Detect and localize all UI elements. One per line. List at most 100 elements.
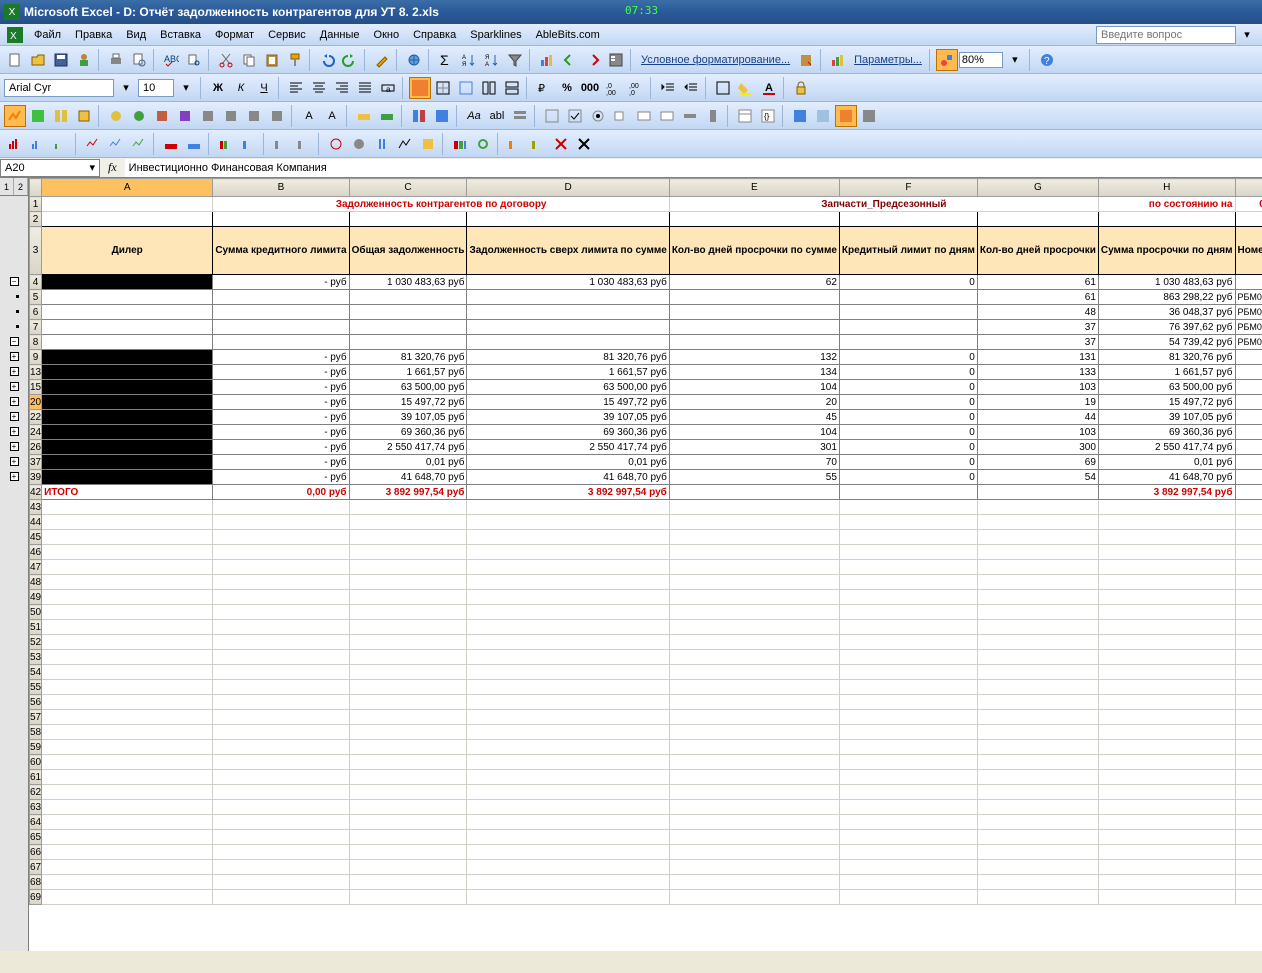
cell[interactable]: 3 892 997,54 руб (349, 485, 467, 500)
table-row[interactable]: 44 (30, 515, 1262, 530)
cell[interactable]: 70 (669, 455, 839, 470)
paste-icon[interactable] (261, 49, 283, 71)
spark-del2-icon[interactable] (573, 133, 595, 155)
cell[interactable]: 0,00 руб (213, 485, 349, 500)
permission-icon[interactable] (73, 49, 95, 71)
cell[interactable] (669, 290, 839, 305)
cell[interactable]: 0 (839, 380, 977, 395)
cell[interactable] (42, 470, 213, 485)
table-row[interactable]: 66 (30, 845, 1262, 860)
fill-color-icon[interactable] (735, 77, 757, 99)
cell[interactable]: 2 550 417,74 руб (349, 440, 467, 455)
cell[interactable]: 63 500,00 руб (467, 380, 669, 395)
outline-collapse-icon[interactable]: − (10, 277, 19, 286)
cell[interactable]: 19 (977, 395, 1098, 410)
cell[interactable] (1235, 440, 1262, 455)
outline-expand-icon[interactable]: + (10, 397, 19, 406)
redo-icon[interactable] (339, 49, 361, 71)
cell[interactable]: 63 500,00 руб (1098, 380, 1235, 395)
table-row[interactable]: 68 (30, 875, 1262, 890)
aux-label-abl[interactable]: abl (486, 105, 508, 127)
aux-icon-4[interactable] (73, 105, 95, 127)
menu-sparklines[interactable]: Sparklines (464, 27, 527, 43)
zoom-dropdown-icon[interactable]: ▾ (1004, 49, 1026, 71)
aux-icon-7[interactable] (151, 105, 173, 127)
conditional-formatting-link[interactable]: Условное форматирование... (637, 54, 794, 66)
cell[interactable]: 103 (977, 380, 1098, 395)
aux-A2-icon[interactable]: A (321, 105, 343, 127)
form-icon[interactable] (605, 49, 627, 71)
cell[interactable]: 1 030 483,63 руб (349, 275, 467, 290)
col-F[interactable]: F (839, 179, 977, 197)
col-H[interactable]: H (1098, 179, 1235, 197)
underline-icon[interactable]: Ч (253, 77, 275, 99)
print-icon[interactable] (105, 49, 127, 71)
aux-icon-15[interactable] (408, 105, 430, 127)
aux-label-Aa[interactable]: Aa (463, 105, 485, 127)
table-row[interactable]: 63 (30, 800, 1262, 815)
col-D[interactable]: D (467, 179, 669, 197)
cell[interactable] (839, 305, 977, 320)
spark-8-icon[interactable] (183, 133, 205, 155)
font-dropdown-icon[interactable]: ▾ (115, 77, 137, 99)
cell[interactable]: РБМ00003910 (1235, 320, 1262, 335)
cell[interactable] (42, 380, 213, 395)
aux-icon-8[interactable] (174, 105, 196, 127)
align-left-icon[interactable] (285, 77, 307, 99)
merge-icon[interactable]: a (377, 77, 399, 99)
cell[interactable] (213, 335, 349, 350)
spark-5-icon[interactable] (105, 133, 127, 155)
cell[interactable] (349, 290, 467, 305)
cell[interactable]: 39 107,05 руб (349, 410, 467, 425)
table-row[interactable]: 58 (30, 725, 1262, 740)
outline-expand-icon[interactable]: + (10, 367, 19, 376)
cell[interactable]: 0 (839, 455, 977, 470)
aux-check-icon[interactable] (564, 105, 586, 127)
cell[interactable] (1235, 380, 1262, 395)
row-3-headers[interactable]: 3 Дилер Сумма кредитного лимита Общая за… (30, 227, 1262, 275)
outline-level-2[interactable]: 2 (14, 178, 28, 195)
menu-edit[interactable]: Правка (69, 27, 118, 43)
spark-15-icon[interactable] (371, 133, 393, 155)
spark-12-icon[interactable] (293, 133, 315, 155)
cell[interactable] (1235, 455, 1262, 470)
cell[interactable] (467, 335, 669, 350)
cell[interactable]: 0 (839, 350, 977, 365)
menu-view[interactable]: Вид (120, 27, 152, 43)
name-box[interactable]: A20▾ (0, 159, 100, 177)
cell[interactable]: - руб (213, 350, 349, 365)
cell[interactable] (349, 305, 467, 320)
autosum-icon[interactable]: Σ (435, 49, 457, 71)
cell[interactable]: - руб (213, 365, 349, 380)
table-row[interactable]: 561863 298,22 рубРБМ0000355902.12.2011РБ… (30, 290, 1262, 305)
cell[interactable]: 1 030 483,63 руб (467, 275, 669, 290)
cell[interactable]: РБМ00003775 (1235, 305, 1262, 320)
formula-input[interactable] (125, 159, 1262, 177)
paste-special-icon[interactable] (795, 49, 817, 71)
cell[interactable]: 104 (669, 380, 839, 395)
table-row[interactable]: 54 (30, 665, 1262, 680)
cell[interactable]: - руб (213, 440, 349, 455)
cell[interactable]: 300 (977, 440, 1098, 455)
cell[interactable]: 3 892 997,54 руб (1098, 485, 1235, 500)
aux-icon-5[interactable] (105, 105, 127, 127)
copy-icon[interactable] (238, 49, 260, 71)
hyperlink-icon[interactable] (403, 49, 425, 71)
chart-icon[interactable] (536, 49, 558, 71)
cell[interactable] (42, 290, 213, 305)
cell[interactable]: 41 648,70 руб (1098, 470, 1235, 485)
cell[interactable] (467, 305, 669, 320)
cell[interactable]: - руб (213, 425, 349, 440)
cell[interactable]: 2 550 417,74 руб (1098, 440, 1235, 455)
outline-expand-icon[interactable]: + (10, 382, 19, 391)
cell[interactable]: 81 320,76 руб (467, 350, 669, 365)
col-C[interactable]: C (349, 179, 467, 197)
table-row[interactable]: 48 (30, 575, 1262, 590)
table-row[interactable]: 73776 397,62 рубРБМ0000391026.12.2011РБМ… (30, 320, 1262, 335)
spark-9-icon[interactable] (215, 133, 237, 155)
cell[interactable] (349, 335, 467, 350)
cell[interactable] (669, 485, 839, 500)
table-row[interactable]: 43 (30, 500, 1262, 515)
menu-tools[interactable]: Сервис (262, 27, 312, 43)
cell[interactable] (839, 320, 977, 335)
